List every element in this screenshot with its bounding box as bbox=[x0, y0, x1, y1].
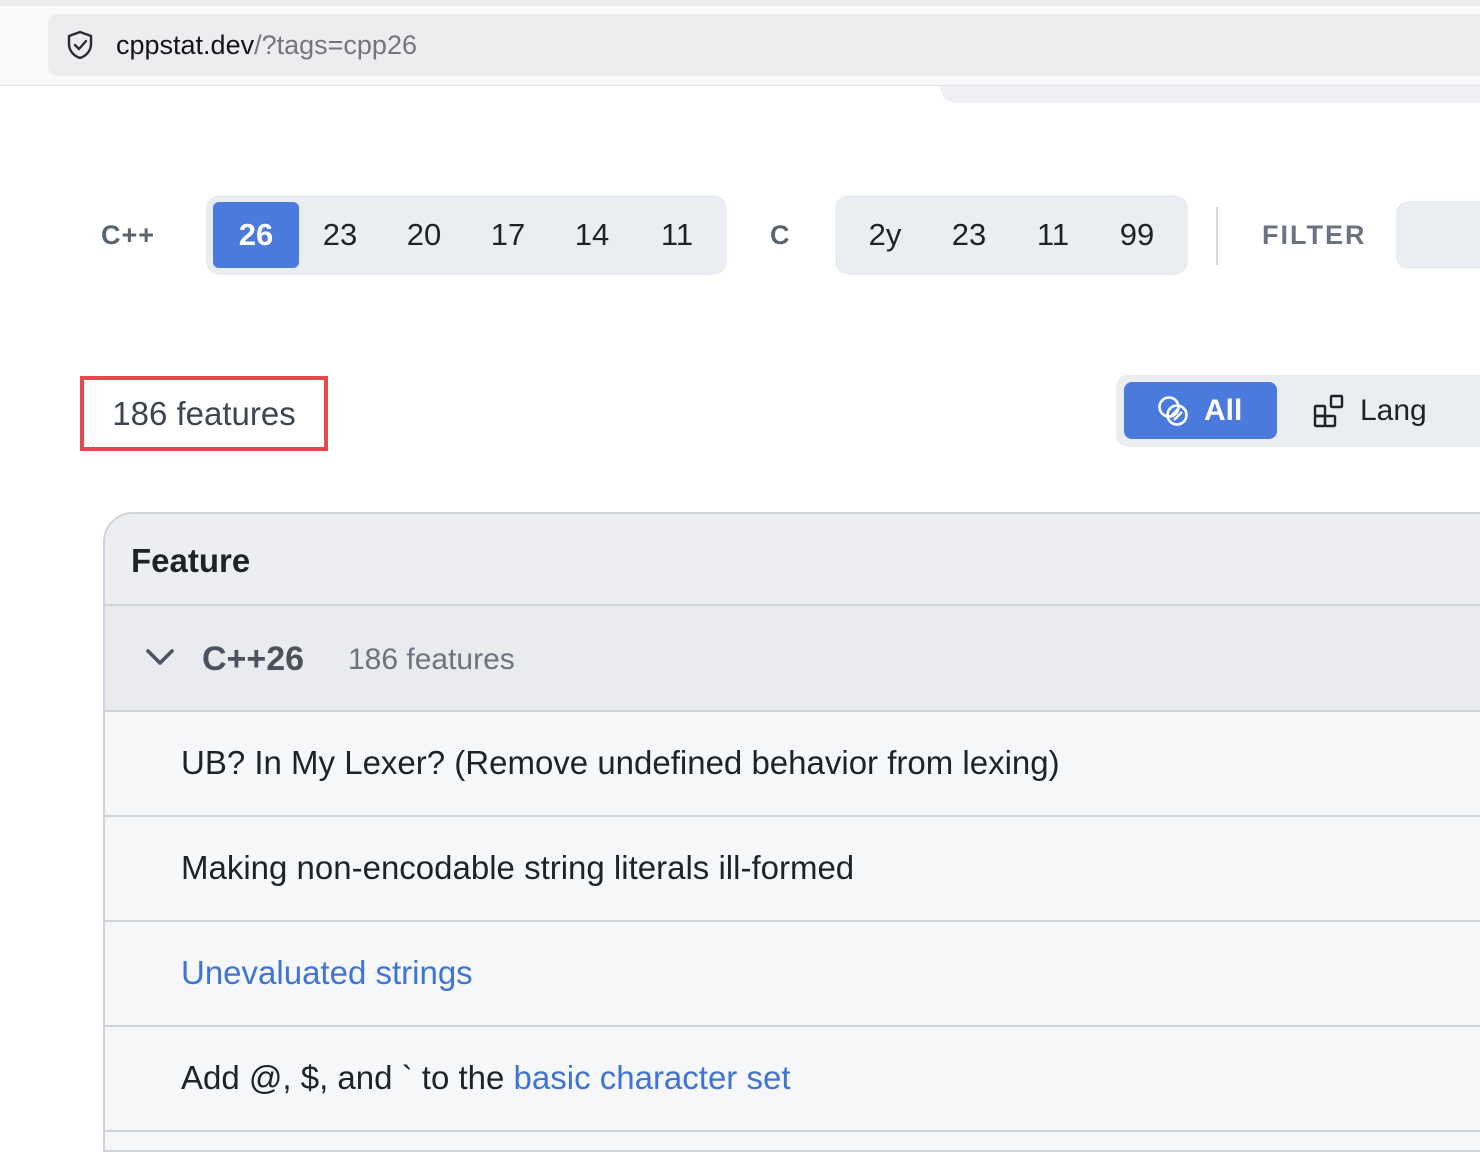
feature-table: Feature C++26 186 features UB? In My Lex… bbox=[103, 512, 1480, 1152]
browser-toolbar: cppstat.dev/?tags=cpp26 bbox=[0, 0, 1480, 86]
shield-icon[interactable] bbox=[64, 29, 96, 61]
view-all-button[interactable]: All bbox=[1124, 382, 1277, 439]
cpp-version-17[interactable]: 17 bbox=[467, 202, 549, 268]
header-panel-edge bbox=[940, 86, 1480, 103]
cpp-version-14[interactable]: 14 bbox=[549, 202, 635, 268]
feature-count: 186 features bbox=[112, 394, 296, 432]
overlap-circles-icon bbox=[1158, 395, 1188, 426]
cpp-label: C++ bbox=[101, 220, 156, 250]
c-version-selector: 2y 23 11 99 bbox=[835, 195, 1188, 275]
view-toggle: All Lang bbox=[1116, 375, 1480, 447]
cpp-version-23[interactable]: 23 bbox=[299, 202, 381, 268]
view-lang-button[interactable]: Lang bbox=[1312, 382, 1427, 439]
feature-name: Add @, $, and ` to the basic character s… bbox=[181, 1059, 791, 1097]
c-label: C bbox=[770, 220, 791, 250]
url-host: cppstat.dev bbox=[116, 30, 255, 60]
filter-input[interactable] bbox=[1396, 201, 1480, 269]
feature-name: UB? In My Lexer? (Remove undefined behav… bbox=[181, 744, 1060, 781]
chevron-down-icon[interactable] bbox=[143, 644, 177, 670]
cpp-version-26[interactable]: 26 bbox=[213, 202, 299, 268]
group-row-cpp26[interactable]: C++26 186 features bbox=[105, 606, 1480, 712]
cpp-version-11[interactable]: 11 bbox=[635, 202, 719, 268]
table-row: UB? In My Lexer? (Remove undefined behav… bbox=[105, 712, 1480, 817]
table-row: Unevaluated strings bbox=[105, 922, 1480, 1027]
table-row: Making non-encodable string literals ill… bbox=[105, 817, 1480, 922]
filter-label: FILTER bbox=[1262, 220, 1367, 250]
feature-link[interactable]: Unevaluated strings bbox=[181, 954, 473, 992]
url-text[interactable]: cppstat.dev/?tags=cpp26 bbox=[116, 28, 417, 62]
table-header: Feature bbox=[105, 514, 1480, 606]
group-name: C++26 bbox=[202, 640, 305, 678]
toolbar-divider bbox=[1216, 207, 1218, 265]
cpp-version-20[interactable]: 20 bbox=[381, 202, 467, 268]
column-header-feature[interactable]: Feature bbox=[131, 542, 250, 580]
table-row: Add @, $, and ` to the basic character s… bbox=[105, 1027, 1480, 1132]
blocks-icon bbox=[1313, 394, 1344, 427]
view-lang-label: Lang bbox=[1360, 393, 1427, 427]
feature-name: Making non-encodable string literals ill… bbox=[181, 849, 855, 886]
view-all-label: All bbox=[1204, 393, 1243, 427]
group-count: 186 features bbox=[348, 643, 515, 676]
url-path: /?tags=cpp26 bbox=[254, 30, 417, 60]
cpp-version-selector: 26 23 20 17 14 11 bbox=[206, 195, 727, 275]
tab-strip-edge bbox=[0, 0, 1480, 6]
address-bar[interactable]: cppstat.dev/?tags=cpp26 bbox=[48, 14, 1480, 76]
feature-text: Add @, $, and ` to the bbox=[181, 1059, 514, 1096]
c-version-23[interactable]: 23 bbox=[927, 202, 1011, 268]
feature-link[interactable]: basic character set bbox=[514, 1059, 791, 1096]
c-version-2y[interactable]: 2y bbox=[843, 202, 927, 268]
feature-count-highlight: 186 features bbox=[80, 376, 328, 451]
c-version-99[interactable]: 99 bbox=[1095, 202, 1179, 268]
c-version-11[interactable]: 11 bbox=[1011, 202, 1095, 268]
